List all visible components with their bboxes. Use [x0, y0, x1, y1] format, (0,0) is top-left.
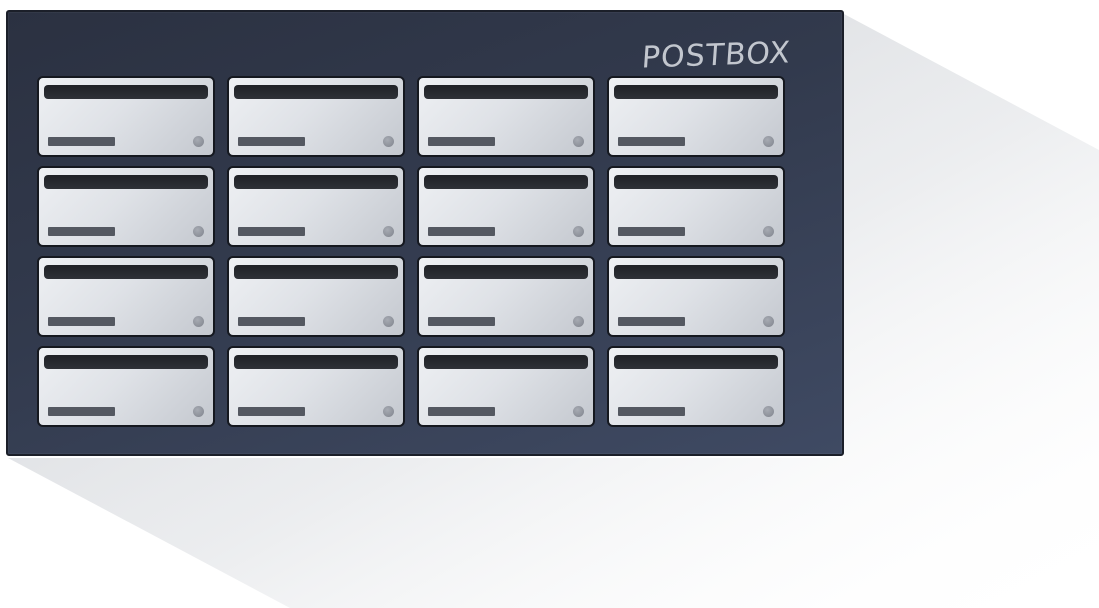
mail-slot [614, 175, 778, 189]
lock-knob[interactable] [763, 136, 774, 147]
mail-slot [44, 355, 208, 369]
mail-slot [234, 175, 398, 189]
lock-knob[interactable] [763, 226, 774, 237]
mailbox-door[interactable] [417, 256, 595, 337]
mailbox-door[interactable] [417, 346, 595, 427]
mailbox-door[interactable] [607, 76, 785, 157]
mail-slot [614, 85, 778, 99]
mailbox-door[interactable] [417, 76, 595, 157]
nameplate [618, 227, 685, 236]
mail-slot [234, 85, 398, 99]
nameplate [48, 317, 115, 326]
lock-knob[interactable] [573, 226, 584, 237]
mail-slot [234, 265, 398, 279]
mail-slot [44, 265, 208, 279]
nameplate [618, 137, 685, 146]
mailbox-door[interactable] [607, 256, 785, 337]
nameplate [428, 407, 495, 416]
mail-slot [614, 265, 778, 279]
mailbox-door[interactable] [37, 346, 215, 427]
lock-knob[interactable] [193, 406, 204, 417]
mailbox-door[interactable] [37, 76, 215, 157]
nameplate [428, 137, 495, 146]
lock-knob[interactable] [383, 316, 394, 327]
lock-knob[interactable] [763, 316, 774, 327]
mailbox-door[interactable] [37, 256, 215, 337]
mailbox-door[interactable] [37, 166, 215, 247]
lock-knob[interactable] [383, 136, 394, 147]
lock-knob[interactable] [193, 316, 204, 327]
lock-knob[interactable] [383, 226, 394, 237]
mailbox-door[interactable] [607, 166, 785, 247]
nameplate [618, 407, 685, 416]
lock-knob[interactable] [573, 136, 584, 147]
nameplate [48, 137, 115, 146]
nameplate [238, 227, 305, 236]
lock-knob[interactable] [573, 406, 584, 417]
lock-knob[interactable] [763, 406, 774, 417]
nameplate [238, 407, 305, 416]
mailbox-grid [37, 76, 785, 427]
nameplate [238, 317, 305, 326]
mail-slot [424, 265, 588, 279]
nameplate [48, 227, 115, 236]
nameplate [48, 407, 115, 416]
postbox-scene: POSTBOX [0, 0, 1099, 608]
mail-slot [424, 85, 588, 99]
mailbox-door[interactable] [227, 76, 405, 157]
mail-slot [614, 355, 778, 369]
mail-slot [234, 355, 398, 369]
nameplate [238, 137, 305, 146]
lock-knob[interactable] [383, 406, 394, 417]
mailbox-door[interactable] [227, 166, 405, 247]
lock-knob[interactable] [193, 136, 204, 147]
mail-slot [44, 85, 208, 99]
mail-slot [424, 175, 588, 189]
nameplate [618, 317, 685, 326]
brand-label: POSTBOX [640, 35, 792, 76]
mailbox-door[interactable] [227, 346, 405, 427]
mailbox-door[interactable] [607, 346, 785, 427]
mail-slot [44, 175, 208, 189]
mail-slot [424, 355, 588, 369]
nameplate [428, 317, 495, 326]
nameplate [428, 227, 495, 236]
lock-knob[interactable] [193, 226, 204, 237]
mailbox-door[interactable] [227, 256, 405, 337]
lock-knob[interactable] [573, 316, 584, 327]
mailbox-door[interactable] [417, 166, 595, 247]
